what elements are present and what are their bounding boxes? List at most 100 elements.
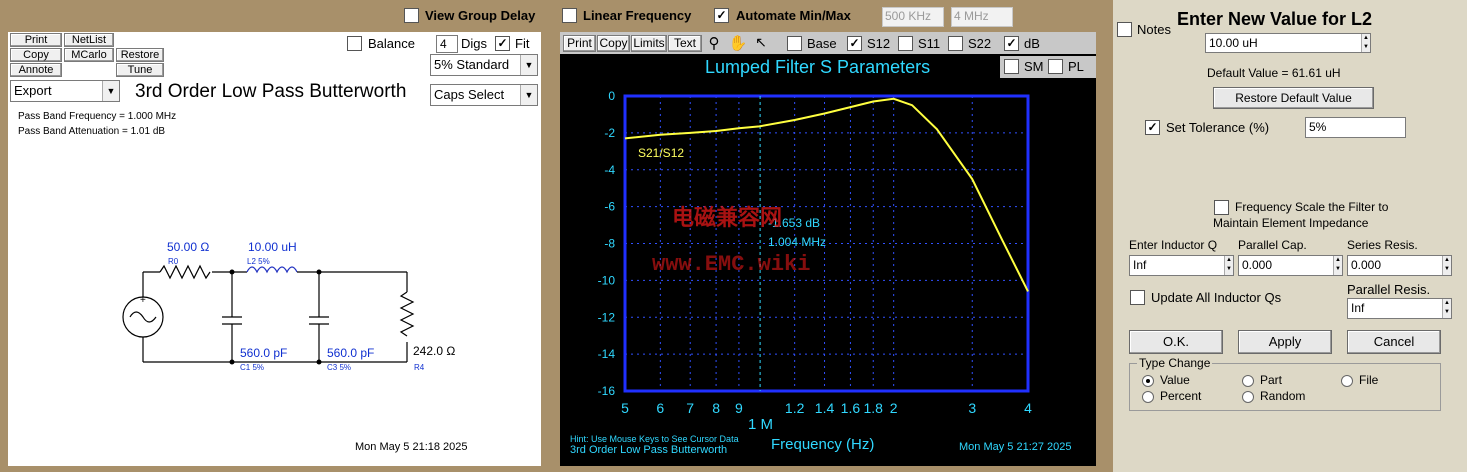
ok-button[interactable]: O.K. [1129, 330, 1223, 354]
notes-checkbox[interactable] [1117, 22, 1132, 37]
series-resis-label: Series Resis. [1347, 238, 1418, 252]
x-tick-label: 8 [712, 400, 720, 416]
dialog-title: Enter New Value for L2 [1177, 9, 1373, 29]
c1-label: C1 5% [240, 363, 265, 372]
automate-minmax-label: Automate Min/Max [736, 8, 851, 23]
frequency-scale-label-2: Maintain Element Impedance [1213, 216, 1369, 230]
set-tolerance-checkbox[interactable]: ✓ [1145, 120, 1160, 135]
random-radio-label: Random [1260, 389, 1306, 403]
value-input-text: 10.00 uH [1209, 36, 1258, 50]
c3-value[interactable]: 560.0 pF [327, 346, 374, 360]
schematic-panel: Print NetList Copy MCarlo Restore Annote… [8, 32, 541, 466]
svg-text:+: + [140, 295, 146, 306]
parallel-cap-label: Parallel Cap. [1238, 238, 1307, 252]
schematic-date: Mon May 5 21:18 2025 [355, 441, 468, 453]
x-tick-label: 2 [890, 400, 898, 416]
random-radio[interactable] [1242, 391, 1254, 403]
watermark-url: www.EMC.wiki [652, 252, 811, 277]
r4-value[interactable]: 242.0 Ω [413, 344, 455, 358]
y-tick-label: -10 [598, 273, 616, 287]
series-label: S21/S12 [638, 146, 685, 160]
x-tick-label: 1.4 [815, 400, 835, 416]
c1-value[interactable]: 560.0 pF [240, 346, 287, 360]
value-input[interactable]: 10.00 uH ▲ ▼ [1205, 33, 1371, 53]
l2-value[interactable]: 10.00 uH [248, 240, 297, 254]
plot-footer-title: 3rd Order Low Pass Butterworth [570, 444, 728, 456]
x-tick-label: 7 [686, 400, 694, 416]
linear-frequency-label: Linear Frequency [583, 8, 692, 23]
inductor-q-text: Inf [1133, 258, 1147, 272]
y-tick-label: -4 [604, 163, 615, 177]
view-group-delay-label: View Group Delay [425, 8, 536, 23]
automate-minmax-checkbox[interactable]: ✓ [714, 8, 729, 23]
parallel-resis-input[interactable]: Inf ▲ ▼ [1347, 298, 1452, 319]
update-all-q-label: Update All Inductor Qs [1151, 290, 1282, 305]
value-radio-label: Value [1160, 373, 1190, 387]
update-all-q-checkbox[interactable] [1130, 290, 1145, 305]
parallel-cap-text: 0.000 [1242, 258, 1273, 272]
y-tick-label: -2 [604, 126, 615, 140]
type-change-group [1129, 363, 1441, 411]
percent-radio-label: Percent [1160, 389, 1202, 403]
r0-value[interactable]: 50.00 Ω [167, 240, 209, 254]
parallel-resis-label: Parallel Resis. [1347, 282, 1431, 297]
x-tick-label: 6 [656, 400, 664, 416]
apply-button[interactable]: Apply [1238, 330, 1332, 354]
series-resis-input[interactable]: 0.000 ▲ ▼ [1347, 255, 1452, 276]
plot-panel: Print Copy Limits Text ⚲ ✋ ↖ Base ✓ S12 … [560, 32, 1096, 466]
max-frequency-field[interactable]: 4 MHz [951, 7, 1013, 27]
c3-label: C3 5% [327, 363, 352, 372]
frequency-scale-checkbox[interactable] [1214, 200, 1229, 215]
decade-label: 1 M [748, 416, 774, 433]
percent-radio[interactable] [1142, 391, 1154, 403]
parallel-cap-input[interactable]: 0.000 ▲ ▼ [1238, 255, 1343, 276]
x-tick-label: 9 [735, 400, 743, 416]
spin-arrows-icon[interactable]: ▲ ▼ [1442, 256, 1451, 275]
spin-arrows-icon[interactable]: ▲ ▼ [1361, 34, 1370, 52]
spin-arrows-icon[interactable]: ▲ ▼ [1333, 256, 1342, 275]
x-axis-label: Frequency (Hz) [771, 436, 875, 453]
y-tick-label: -12 [598, 310, 616, 324]
y-tick-label: -8 [604, 237, 615, 251]
notes-label: Notes [1137, 22, 1171, 37]
tolerance-input[interactable]: 5% [1305, 117, 1406, 138]
spin-arrows-icon[interactable]: ▲ ▼ [1224, 256, 1233, 275]
hint-text: Hint: Use Mouse Keys to See Cursor Data [570, 434, 739, 444]
y-tick-label: -14 [598, 347, 616, 361]
x-tick-label: 1.2 [785, 400, 805, 416]
x-tick-label: 3 [968, 400, 976, 416]
frequency-scale-label-1: Frequency Scale the Filter to [1235, 200, 1389, 214]
inductor-q-label: Enter Inductor Q [1129, 238, 1218, 252]
default-value: Default Value = 61.61 uH [1207, 66, 1341, 80]
resistor-r0-icon [159, 264, 211, 280]
part-radio[interactable] [1242, 375, 1254, 387]
edit-value-dialog: Notes Enter New Value for L2 10.00 uH ▲ ▼ … [1113, 0, 1467, 472]
resistor-r4-icon [399, 291, 415, 337]
parallel-resis-text: Inf [1351, 301, 1365, 315]
set-tolerance-label: Set Tolerance (%) [1166, 120, 1270, 135]
x-tick-label: 5 [621, 400, 629, 416]
y-tick-label: -6 [604, 200, 615, 214]
y-tick-label: -16 [598, 384, 616, 398]
linear-frequency-checkbox[interactable] [562, 8, 577, 23]
s-parameter-chart[interactable]: 0 -2 -4 -6 -8 -10 -12 -14 -16 5 6 7 8 9 1.2 1.4 1.6 1.8 2 3… [560, 32, 1096, 466]
cancel-button[interactable]: Cancel [1347, 330, 1441, 354]
part-radio-label: Part [1260, 373, 1283, 387]
value-radio[interactable] [1142, 375, 1154, 387]
y-tick-label: 0 [608, 89, 615, 103]
view-group-delay-checkbox[interactable] [404, 8, 419, 23]
inductor-q-input[interactable]: Inf ▲ ▼ [1129, 255, 1234, 276]
file-radio[interactable] [1341, 375, 1353, 387]
l2-label: L2 5% [247, 257, 270, 266]
series-resis-text: 0.000 [1351, 258, 1382, 272]
x-tick-label: 1.6 [841, 400, 861, 416]
spin-arrows-icon[interactable]: ▲ ▼ [1442, 299, 1451, 318]
cursor-frequency-readout: 1.004 MHz [768, 235, 827, 249]
min-frequency-field[interactable]: 500 KHz [882, 7, 944, 27]
inductor-l2-icon [246, 266, 298, 274]
file-radio-label: File [1359, 373, 1379, 387]
restore-default-button[interactable]: Restore Default Value [1213, 87, 1374, 109]
x-tick-label: 1.8 [864, 400, 884, 416]
r4-label: R4 [414, 363, 425, 372]
x-tick-label: 4 [1024, 400, 1032, 416]
